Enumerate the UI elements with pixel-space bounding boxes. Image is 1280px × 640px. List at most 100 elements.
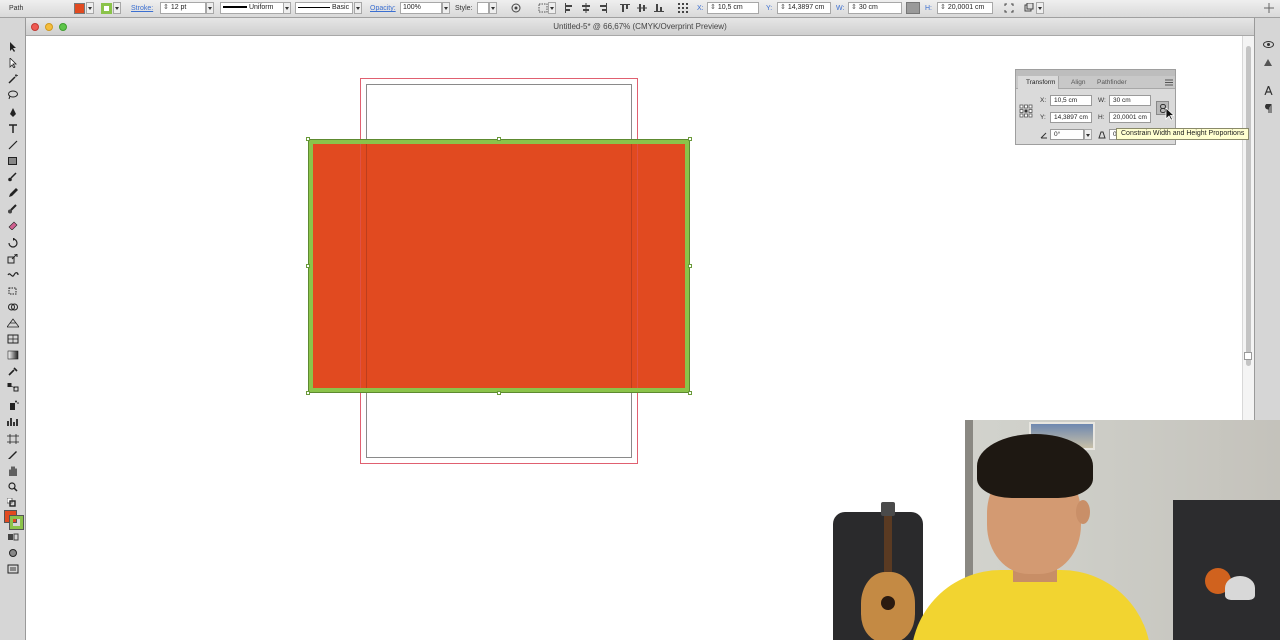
shape-builder-tool-icon[interactable] bbox=[7, 302, 19, 312]
resize-handle-bottom-right[interactable] bbox=[688, 391, 692, 395]
character-icon[interactable] bbox=[1263, 86, 1274, 95]
brush-value: Basic bbox=[331, 4, 350, 11]
opacity-value: 100% bbox=[403, 4, 421, 11]
type-tool-icon[interactable] bbox=[7, 124, 19, 134]
tab-pathfinder[interactable]: Pathfinder bbox=[1097, 76, 1127, 89]
stroke-dropdown[interactable] bbox=[113, 2, 121, 14]
panel-menu-icon[interactable] bbox=[1165, 79, 1173, 86]
resize-handle-left[interactable] bbox=[306, 264, 310, 268]
warp-tool-icon[interactable] bbox=[7, 270, 19, 280]
align-center-icon[interactable] bbox=[581, 3, 591, 13]
resize-handle-bottom[interactable] bbox=[497, 391, 501, 395]
stroke-color-box[interactable] bbox=[9, 515, 24, 530]
window-resize-icon[interactable] bbox=[1264, 3, 1274, 13]
blend-tool-icon[interactable] bbox=[7, 382, 19, 392]
screen-mode-icon[interactable] bbox=[7, 564, 19, 574]
blob-brush-tool-icon[interactable] bbox=[7, 204, 19, 214]
magic-wand-tool-icon[interactable] bbox=[7, 74, 19, 84]
profile-dropdown[interactable]: Uniform bbox=[220, 2, 284, 14]
opacity-dropdown[interactable] bbox=[442, 2, 450, 14]
panel-rotate-dropdown[interactable] bbox=[1084, 129, 1092, 140]
paintbrush-tool-icon[interactable] bbox=[7, 172, 19, 182]
swatches-icon[interactable] bbox=[1263, 58, 1274, 67]
rectangle-tool-icon[interactable] bbox=[7, 156, 19, 166]
panel-tabs: Transform Align Pathfinder bbox=[1016, 76, 1175, 89]
arrange-dropdown[interactable] bbox=[1036, 2, 1044, 14]
x-field[interactable]: ⇕ 10,5 cm bbox=[707, 2, 759, 14]
vertical-scrollbar[interactable] bbox=[1242, 36, 1254, 436]
scale-tool-icon[interactable] bbox=[7, 254, 19, 264]
align-top-icon[interactable] bbox=[620, 3, 630, 13]
y-field[interactable]: ⇕ 14,3897 cm bbox=[777, 2, 831, 14]
brush-arrow[interactable] bbox=[354, 2, 362, 14]
color-mode-icon[interactable] bbox=[7, 532, 19, 542]
brush-dropdown[interactable]: Basic bbox=[295, 2, 353, 14]
draw-mode-icon[interactable] bbox=[7, 548, 19, 558]
slice-tool-icon[interactable] bbox=[7, 450, 19, 460]
stroke-link[interactable]: Stroke: bbox=[131, 4, 153, 13]
reference-point-icon[interactable] bbox=[1019, 104, 1033, 118]
scrollbar-thumb[interactable] bbox=[1246, 46, 1251, 366]
panel-w-field[interactable]: 30 cm bbox=[1109, 95, 1151, 106]
align-grid-icon[interactable] bbox=[538, 3, 548, 13]
mesh-tool-icon[interactable] bbox=[7, 334, 19, 344]
paragraph-icon[interactable] bbox=[1263, 104, 1274, 113]
fill-swatch[interactable] bbox=[74, 3, 85, 14]
eraser-tool-icon[interactable] bbox=[7, 220, 19, 230]
panel-x-field[interactable]: 10,5 cm bbox=[1050, 95, 1092, 106]
symbol-sprayer-tool-icon[interactable] bbox=[7, 400, 19, 410]
profile-arrow[interactable] bbox=[283, 2, 291, 14]
stroke-weight-value: 12 pt bbox=[170, 4, 187, 11]
arrange-documents-icon[interactable] bbox=[1024, 3, 1034, 13]
tab-transform[interactable]: Transform bbox=[1018, 76, 1060, 89]
h-field[interactable]: ⇕ 20,0001 cm bbox=[937, 2, 993, 14]
resize-handle-top-right[interactable] bbox=[688, 137, 692, 141]
zoom-tool-icon[interactable] bbox=[7, 482, 19, 492]
opacity-link[interactable]: Opacity: bbox=[370, 4, 396, 13]
column-graph-tool-icon[interactable] bbox=[7, 416, 19, 426]
color-guide-icon[interactable] bbox=[1263, 40, 1274, 49]
stroke-swatch[interactable] bbox=[101, 3, 112, 14]
fill-dropdown[interactable] bbox=[86, 2, 94, 14]
resize-handle-right[interactable] bbox=[688, 264, 692, 268]
recolor-artwork-icon[interactable] bbox=[511, 3, 521, 13]
align-left-icon[interactable] bbox=[564, 3, 574, 13]
pen-tool-icon[interactable] bbox=[7, 108, 19, 118]
h-label: H: bbox=[925, 5, 932, 12]
style-swatch[interactable] bbox=[477, 2, 489, 14]
gradient-tool-icon[interactable] bbox=[7, 350, 19, 360]
resize-handle-top-left[interactable] bbox=[306, 137, 310, 141]
perspective-grid-tool-icon[interactable] bbox=[7, 318, 19, 328]
resize-handle-top[interactable] bbox=[497, 137, 501, 141]
align-bottom-icon[interactable] bbox=[654, 3, 664, 13]
panel-h-field[interactable]: 20,0001 cm bbox=[1109, 112, 1151, 123]
align-to-dropdown[interactable] bbox=[548, 2, 556, 14]
transform-reference-icon[interactable] bbox=[678, 3, 688, 13]
rotate-tool-icon[interactable] bbox=[7, 238, 19, 248]
pencil-tool-icon[interactable] bbox=[7, 188, 19, 198]
webcam-guitar bbox=[851, 502, 921, 640]
artboard-tool-icon[interactable] bbox=[7, 434, 19, 444]
x-label: X: bbox=[697, 5, 704, 12]
align-middle-icon[interactable] bbox=[637, 3, 647, 13]
opacity-field[interactable]: 100% bbox=[400, 2, 442, 14]
stroke-weight-field[interactable]: ⇕ 12 pt bbox=[160, 2, 206, 14]
panel-rotate-field[interactable]: 0° bbox=[1050, 129, 1084, 140]
hand-tool-icon[interactable] bbox=[7, 466, 19, 476]
tab-align[interactable]: Align bbox=[1071, 76, 1085, 89]
free-transform-tool-icon[interactable] bbox=[7, 286, 19, 296]
direct-selection-tool-icon[interactable] bbox=[7, 58, 19, 68]
panel-y-field[interactable]: 14,3897 cm bbox=[1050, 112, 1092, 123]
stroke-weight-dropdown[interactable] bbox=[206, 2, 214, 14]
selection-tool-icon[interactable] bbox=[7, 42, 19, 52]
lasso-tool-icon[interactable] bbox=[7, 90, 19, 100]
style-dropdown[interactable] bbox=[489, 2, 497, 14]
resize-handle-bottom-left[interactable] bbox=[306, 391, 310, 395]
w-field[interactable]: ⇕ 30 cm bbox=[848, 2, 902, 14]
default-colors-icon[interactable] bbox=[7, 498, 19, 508]
line-tool-icon[interactable] bbox=[7, 140, 19, 150]
eyedropper-tool-icon[interactable] bbox=[7, 366, 19, 376]
align-right-icon[interactable] bbox=[598, 3, 608, 13]
isolate-icon[interactable] bbox=[1004, 3, 1014, 13]
constrain-proportions-toggle[interactable] bbox=[906, 2, 920, 14]
